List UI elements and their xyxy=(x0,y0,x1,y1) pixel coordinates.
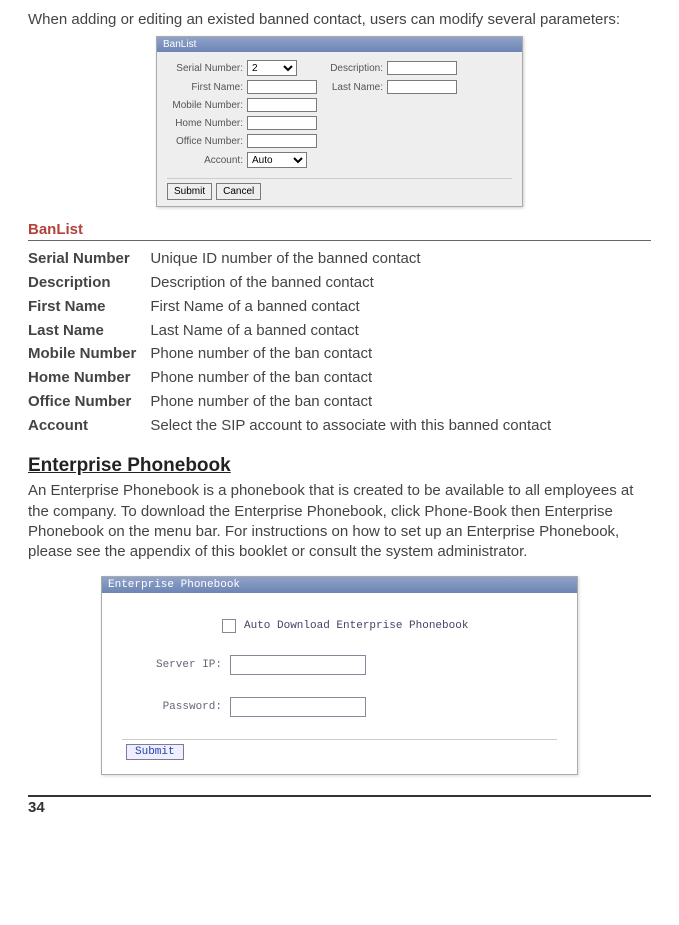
def-desc: Phone number of the ban contact xyxy=(150,342,551,366)
first-name-input[interactable] xyxy=(247,80,317,94)
label-mobile: Mobile Number: xyxy=(167,100,247,111)
table-row: Mobile NumberPhone number of the ban con… xyxy=(28,342,551,366)
table-row: Office NumberPhone number of the ban con… xyxy=(28,390,551,414)
def-desc: Description of the banned contact xyxy=(150,271,551,295)
banlist-fig-body: Serial Number: 2 Description: First Name… xyxy=(157,52,522,206)
ep-figure-wrap: Enterprise Phonebook Auto Download Enter… xyxy=(28,576,651,775)
page-number: 34 xyxy=(28,795,651,816)
banlist-form-grid: Serial Number: 2 Description: First Name… xyxy=(167,60,512,168)
ep-checkbox-row: Auto Download Enterprise Phonebook xyxy=(122,619,557,633)
banlist-section-title: BanList xyxy=(28,221,651,241)
ep-serverip-row: Server IP: xyxy=(122,655,557,675)
label-first: First Name: xyxy=(167,82,247,93)
def-desc: Unique ID number of the banned contact xyxy=(150,247,551,271)
enterprise-phonebook-heading: Enterprise Phonebook xyxy=(28,455,651,477)
mobile-input[interactable] xyxy=(247,98,317,112)
server-ip-label: Server IP: xyxy=(122,659,230,671)
ep-submit-button[interactable]: Submit xyxy=(126,744,184,760)
account-select[interactable]: Auto xyxy=(247,152,307,168)
def-term: Last Name xyxy=(28,319,150,343)
banlist-figure: BanList Serial Number: 2 Description: Fi… xyxy=(156,36,523,207)
enterprise-phonebook-desc: An Enterprise Phonebook is a phonebook t… xyxy=(28,481,651,562)
def-desc: Phone number of the ban contact xyxy=(150,390,551,414)
def-term: First Name xyxy=(28,295,150,319)
def-term: Account xyxy=(28,414,150,438)
table-row: Serial NumberUnique ID number of the ban… xyxy=(28,247,551,271)
banlist-figure-wrap: BanList Serial Number: 2 Description: Fi… xyxy=(28,36,651,207)
def-term: Serial Number xyxy=(28,247,150,271)
table-row: DescriptionDescription of the banned con… xyxy=(28,271,551,295)
table-row: Last NameLast Name of a banned contact xyxy=(28,319,551,343)
serial-select[interactable]: 2 xyxy=(247,60,297,76)
ep-fig-title: Enterprise Phonebook xyxy=(102,577,577,593)
def-term: Mobile Number xyxy=(28,342,150,366)
ep-figure: Enterprise Phonebook Auto Download Enter… xyxy=(101,576,578,775)
ep-submit-row: Submit xyxy=(122,739,557,764)
definitions-table: Serial NumberUnique ID number of the ban… xyxy=(28,247,551,437)
description-input[interactable] xyxy=(387,61,457,75)
label-last: Last Name: xyxy=(327,82,387,93)
password-input[interactable] xyxy=(230,697,366,717)
table-row: Home NumberPhone number of the ban conta… xyxy=(28,366,551,390)
label-home: Home Number: xyxy=(167,118,247,129)
cancel-button[interactable]: Cancel xyxy=(216,183,261,200)
def-desc: Select the SIP account to associate with… xyxy=(150,414,551,438)
label-serial: Serial Number: xyxy=(167,63,247,74)
def-desc: Phone number of the ban contact xyxy=(150,366,551,390)
banlist-buttons: Submit Cancel xyxy=(167,178,512,202)
auto-download-label: Auto Download Enterprise Phonebook xyxy=(244,620,468,632)
ep-password-row: Password: xyxy=(122,697,557,717)
submit-button[interactable]: Submit xyxy=(167,183,212,200)
intro-text: When adding or editing an existed banned… xyxy=(28,10,651,30)
password-label: Password: xyxy=(122,701,230,713)
server-ip-input[interactable] xyxy=(230,655,366,675)
def-desc: First Name of a banned contact xyxy=(150,295,551,319)
auto-download-checkbox[interactable] xyxy=(222,619,236,633)
table-row: First NameFirst Name of a banned contact xyxy=(28,295,551,319)
ep-fig-body: Auto Download Enterprise Phonebook Serve… xyxy=(102,593,577,774)
def-desc: Last Name of a banned contact xyxy=(150,319,551,343)
last-name-input[interactable] xyxy=(387,80,457,94)
label-office: Office Number: xyxy=(167,136,247,147)
def-term: Office Number xyxy=(28,390,150,414)
label-description: Description: xyxy=(327,63,387,74)
label-account: Account: xyxy=(167,155,247,166)
table-row: AccountSelect the SIP account to associa… xyxy=(28,414,551,438)
def-term: Description xyxy=(28,271,150,295)
banlist-fig-title: BanList xyxy=(157,37,522,52)
home-input[interactable] xyxy=(247,116,317,130)
def-term: Home Number xyxy=(28,366,150,390)
office-input[interactable] xyxy=(247,134,317,148)
